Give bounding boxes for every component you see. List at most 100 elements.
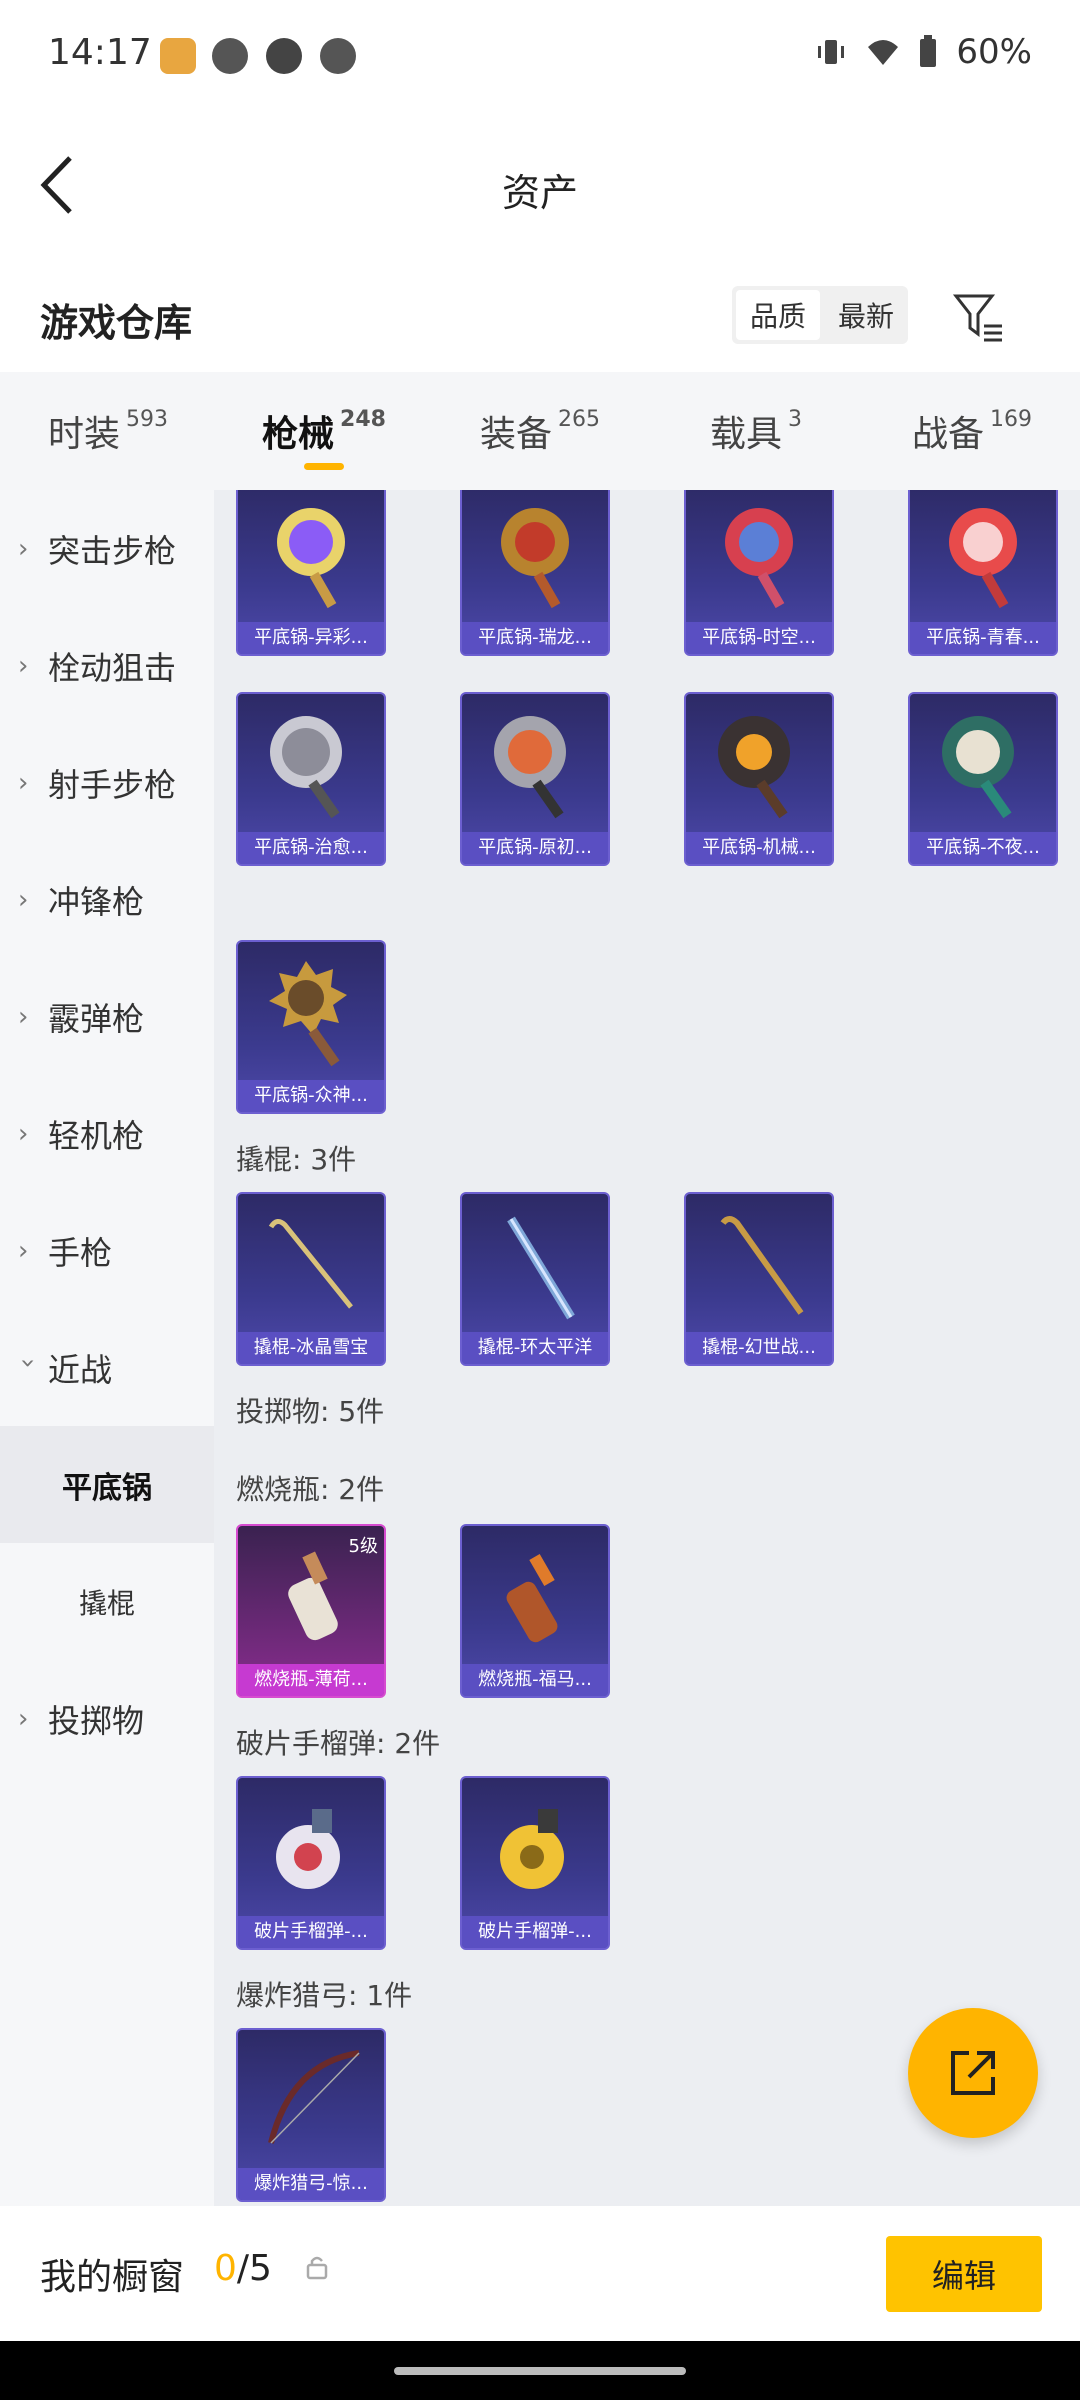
item-label: 撬棍-幻世战...: [686, 1332, 832, 1364]
frying-pan-icon: [238, 952, 384, 1078]
item-card[interactable]: 破片手榴弹-...: [460, 1776, 610, 1950]
weapon-category-sidebar: › 突击步枪 › 栓动狙击 › 射手步枪 › 冲锋枪 › 霰弹枪 › 轻机枪 › 手枪 › 近战…: [0, 490, 214, 2206]
item-card[interactable]: 燃烧瓶-福马...: [460, 1524, 610, 1698]
sidebar-item-label: 手枪: [48, 1233, 113, 1272]
item-card[interactable]: 平底锅-不夜...: [908, 692, 1058, 866]
tab-equipment[interactable]: 装备 265: [432, 372, 648, 490]
tab-count: 248: [340, 406, 386, 432]
sidebar-item-shotgun[interactable]: › 霰弹枪: [0, 958, 214, 1075]
item-label: 平底锅-机械...: [686, 832, 832, 864]
sidebar-item-smg[interactable]: › 冲锋枪: [0, 841, 214, 958]
frying-pan-icon: [238, 704, 384, 830]
sidebar-item-assault-rifle[interactable]: › 突击步枪: [0, 490, 214, 607]
sidebar-item-label: 冲锋枪: [48, 882, 145, 921]
item-card[interactable]: 爆炸猎弓-惊...: [236, 2028, 386, 2202]
sidebar-item-pistol[interactable]: › 手枪: [0, 1192, 214, 1309]
home-gesture-pill[interactable]: [394, 2367, 686, 2375]
frying-pan-icon: [462, 704, 608, 830]
sidebar-item-label: 轻机枪: [48, 1116, 145, 1155]
item-label: 破片手榴弹-...: [462, 1916, 608, 1948]
lock-icon: [306, 2256, 328, 2280]
sort-quality[interactable]: 品质: [736, 290, 820, 340]
header: 资产: [0, 110, 1080, 260]
sidebar-subitem-crowbar[interactable]: 撬棍: [0, 1543, 214, 1660]
sidebar-item-bolt-sniper[interactable]: › 栓动狙击: [0, 607, 214, 724]
tab-count: 265: [558, 406, 600, 432]
battery-icon: [920, 35, 937, 67]
item-label: 撬棍-冰晶雪宝: [238, 1332, 384, 1364]
motorola-icon: [320, 38, 356, 74]
sidebar-item-melee[interactable]: › 近战: [0, 1309, 214, 1426]
tab-vehicles[interactable]: 载具 3: [648, 372, 864, 490]
shield-icon: [266, 38, 302, 74]
tab-gear[interactable]: 战备 169: [864, 372, 1080, 490]
frying-pan-icon: [238, 494, 384, 620]
crowbar-icon: [462, 1204, 608, 1330]
chevron-right-icon: ›: [18, 1703, 29, 1734]
item-card[interactable]: 平底锅-众神...: [236, 940, 386, 1114]
sort-toggle: 品质 最新: [732, 286, 908, 344]
chevron-right-icon: ›: [18, 1118, 29, 1149]
sidebar-item-label: 霰弹枪: [48, 999, 145, 1038]
chevron-right-icon: ›: [18, 650, 29, 681]
sidebar-item-label: 近战: [48, 1350, 113, 1389]
item-label: 平底锅-时空...: [686, 622, 832, 654]
crowbar-icon: [686, 1204, 832, 1330]
grenade-icon: [238, 1788, 384, 1914]
tab-label: 载具: [709, 414, 782, 455]
molotov-icon: [238, 1536, 384, 1662]
item-label: 平底锅-不夜...: [910, 832, 1056, 864]
game-app-icon: [160, 38, 196, 74]
sidebar-item-marksman-rifle[interactable]: › 射手步枪: [0, 724, 214, 841]
item-card[interactable]: 平底锅-瑞龙...: [460, 490, 610, 656]
frying-pan-icon: [910, 704, 1056, 830]
item-card[interactable]: 平底锅-治愈...: [236, 692, 386, 866]
item-grid: 平底锅-异彩... 平底锅-瑞龙... 平底锅-时空... 平底锅-青春... …: [214, 490, 1080, 2206]
tab-firearms[interactable]: 枪械 248: [216, 372, 432, 490]
tab-count: 3: [788, 406, 802, 432]
edit-button[interactable]: 编辑: [886, 2236, 1042, 2312]
sidebar-item-label: 突击步枪: [48, 531, 177, 570]
item-card[interactable]: 撬棍-冰晶雪宝: [236, 1192, 386, 1366]
item-label: 平底锅-治愈...: [238, 832, 384, 864]
frying-pan-icon: [462, 494, 608, 620]
item-card[interactable]: 撬棍-幻世战...: [684, 1192, 834, 1366]
item-label: 平底锅-原初...: [462, 832, 608, 864]
item-card[interactable]: 撬棍-环太平洋: [460, 1192, 610, 1366]
tab-label: 时装: [47, 414, 120, 455]
item-card[interactable]: 5级 燃烧瓶-薄荷...: [236, 1524, 386, 1698]
sidebar-item-lmg[interactable]: › 轻机枪: [0, 1075, 214, 1192]
item-card[interactable]: 破片手榴弹-...: [236, 1776, 386, 1950]
showcase-bar: 我的橱窗 0/5 编辑: [0, 2206, 1080, 2341]
battery-level: 60%: [956, 32, 1032, 72]
section-throwables: 投掷物: 5件: [236, 1395, 385, 1428]
status-time: 14:17: [48, 32, 152, 73]
filter-icon[interactable]: [952, 290, 1008, 346]
item-card[interactable]: 平底锅-时空...: [684, 490, 834, 656]
section-frag: 破片手榴弹: 2件: [236, 1727, 441, 1760]
page-title: 资产: [501, 171, 578, 215]
item-card[interactable]: 平底锅-青春...: [908, 490, 1058, 656]
tab-fashion[interactable]: 时装 593: [0, 372, 216, 490]
frying-pan-icon: [686, 494, 832, 620]
category-tabs: 时装 593 枪械 248 装备 265 载具 3 战备 169: [0, 372, 1080, 490]
sidebar-item-label: 投掷物: [48, 1701, 145, 1740]
chevron-right-icon: ›: [18, 767, 29, 798]
tab-label: 装备: [479, 414, 552, 455]
item-card[interactable]: 平底锅-原初...: [460, 692, 610, 866]
external-link-icon: [951, 2051, 995, 2095]
item-label: 燃烧瓶-福马...: [462, 1664, 608, 1696]
sidebar-subitem-pan[interactable]: 平底锅: [0, 1426, 214, 1543]
sidebar-item-throwables[interactable]: › 投掷物: [0, 1660, 214, 1777]
section-crowbar: 撬棍: 3件: [236, 1143, 357, 1176]
vibrate-icon: [818, 40, 845, 64]
item-card[interactable]: 平底锅-异彩...: [236, 490, 386, 656]
share-fab[interactable]: [908, 2008, 1038, 2138]
section-bow: 爆炸猎弓: 1件: [236, 1979, 413, 2012]
wifi-icon: [868, 40, 899, 65]
calendar-icon: [212, 38, 248, 74]
item-card[interactable]: 平底锅-机械...: [684, 692, 834, 866]
showcase-total: /5: [236, 2248, 272, 2289]
sort-newest[interactable]: 最新: [824, 286, 908, 344]
tab-label: 枪械: [262, 414, 335, 455]
